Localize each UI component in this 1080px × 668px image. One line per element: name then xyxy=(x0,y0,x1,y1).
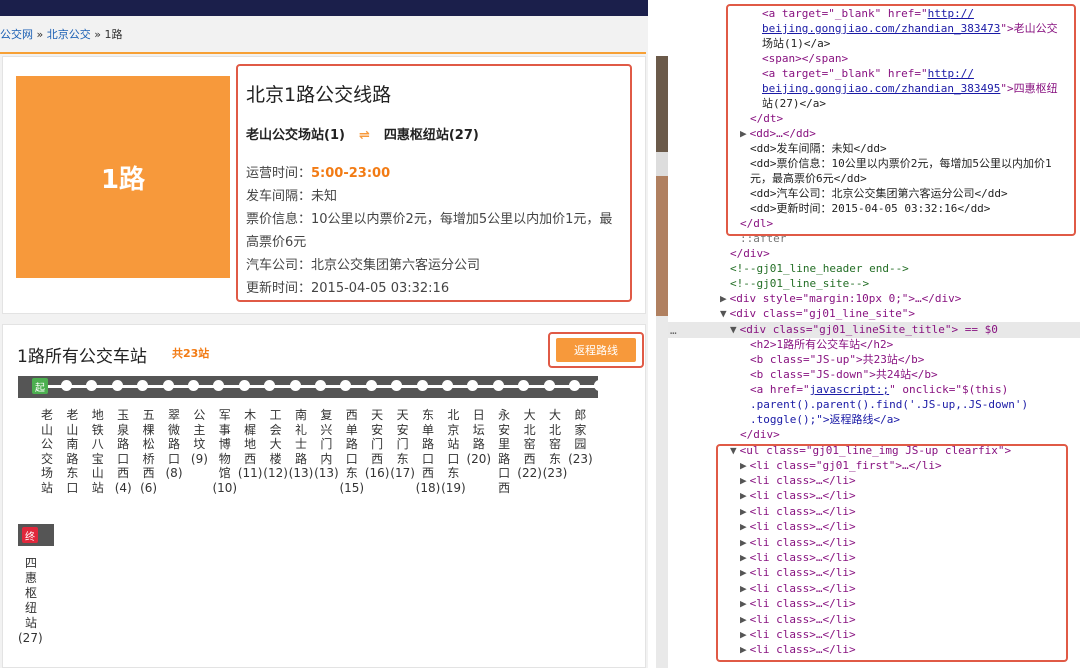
station-dot xyxy=(492,380,504,391)
breadcrumb-site-link[interactable]: 公交网 xyxy=(0,28,33,41)
info-label: 更新时间： xyxy=(246,281,312,296)
station-name[interactable]: 军事博物馆 (10) xyxy=(212,408,237,495)
highlight-box xyxy=(726,4,1076,236)
station-name[interactable]: 东单路口西 (18) xyxy=(416,408,441,495)
info-value: 未知 xyxy=(311,189,338,204)
info-value: 北京公交集团第六客运分公司 xyxy=(311,258,481,273)
update-time: 更新时间：2015-04-05 03:32:16 xyxy=(246,277,449,296)
bus-company: 汽车公司：北京公交集团第六客运分公司 xyxy=(246,254,480,273)
station-name[interactable]: 翠微路口 (8) xyxy=(166,408,183,481)
station-name[interactable]: 工会大楼 (12) xyxy=(263,408,288,481)
station-dot xyxy=(111,380,123,391)
station-dot xyxy=(365,380,377,391)
info-value: 2015-04-05 03:32:16 xyxy=(311,281,450,296)
gutter xyxy=(648,0,656,668)
route-from: 老山公交场站(1) xyxy=(246,128,345,143)
code-line[interactable]: </div> xyxy=(740,427,780,442)
departure-interval: 发车间隔：未知 xyxy=(246,185,337,204)
station-name[interactable]: 木樨地西 (11) xyxy=(238,408,263,481)
breadcrumb-city-link[interactable]: 北京公交 xyxy=(47,28,91,41)
info-value: 10公里以内票价2元，每增加5公里以内加价1元，最 xyxy=(311,212,613,227)
code-line[interactable]: <b class="JS-up">共23站</b> xyxy=(750,352,924,367)
station-name[interactable]: 天安门西 (16) xyxy=(365,408,390,481)
station-name[interactable]: 北京站口东 (19) xyxy=(441,408,466,495)
station-dot xyxy=(569,380,580,391)
code-line[interactable]: .parent().parent().find('.JS-up,.JS-down… xyxy=(750,397,1028,412)
sidebar-thumbnails xyxy=(656,56,668,668)
fare-info: 票价信息：10公里以内票价2元，每增加5公里以内加价1元，最 xyxy=(246,208,612,227)
breadcrumb-separator: » xyxy=(36,28,44,41)
station-dot xyxy=(238,380,250,391)
stations-title: 1路所有公交车站 xyxy=(17,347,147,367)
breadcrumb: 公交网 » 北京公交 » 1路 xyxy=(0,26,122,44)
station-name[interactable]: 大北窑西 (22) xyxy=(517,408,542,481)
breadcrumb-current: 1路 xyxy=(104,28,123,41)
station-name[interactable]: 复兴门内 (13) xyxy=(314,408,339,481)
code-line[interactable]: ▼ <div class="gj01_line_site"> xyxy=(720,306,915,321)
station-dot xyxy=(315,380,326,391)
code-line[interactable]: <!--gj01_line_header end--> xyxy=(730,261,909,276)
station-dot xyxy=(289,380,301,391)
station-dot xyxy=(162,380,174,391)
code-line-selected[interactable]: ▼ <div class="gj01_lineSite_title"> == $0 xyxy=(730,322,998,337)
station-name[interactable]: 日坛路 (20) xyxy=(466,408,491,466)
page-title: 北京1路公交线路 xyxy=(246,84,392,106)
route-to: 四惠枢纽站(27) xyxy=(383,128,479,143)
station-name[interactable]: 永安里路口西 xyxy=(497,408,511,495)
station-dot xyxy=(543,380,555,391)
end-station[interactable]: 四惠枢纽站 (27) xyxy=(18,556,44,646)
devtools-elements-panel: … <a target="_blank" href="http:// beiji… xyxy=(668,0,1080,668)
station-name[interactable]: 玉泉路口西 (4) xyxy=(115,408,132,495)
webpage-panel: 公交网 » 北京公交 » 1路 1路 北京1路公交线路 老山公交场站(1) ⇌ 四惠… xyxy=(0,0,648,668)
route-endpoints: 老山公交场站(1) ⇌ 四惠枢纽站(27) xyxy=(246,124,479,143)
info-value: 高票价6元 xyxy=(246,235,307,250)
info-value: 5:00-23:00 xyxy=(311,166,391,181)
station-name[interactable]: 五棵松桥西 (6) xyxy=(140,408,157,495)
fare-info-continued: 高票价6元 xyxy=(246,231,306,250)
code-line[interactable]: ▶ <div style="margin:10px 0;">…</div> xyxy=(720,291,961,306)
station-name[interactable]: 南礼士路 (13) xyxy=(289,408,314,481)
station-name[interactable]: 天安门东 (17) xyxy=(390,408,415,481)
more-icon[interactable]: … xyxy=(670,324,677,337)
code-line[interactable]: .toggle();">返程路线</a> xyxy=(750,412,900,427)
code-line[interactable]: </div> xyxy=(730,246,770,261)
station-dot xyxy=(416,380,428,391)
operating-time: 运营时间：5:00-23:00 xyxy=(246,162,390,181)
return-route-button[interactable]: 返程路线 xyxy=(556,338,636,362)
breadcrumb-separator: » xyxy=(94,28,101,41)
swap-arrows-icon: ⇌ xyxy=(358,128,370,143)
thumbnail xyxy=(656,56,668,152)
expand-triangle-icon: ▶ xyxy=(720,292,727,305)
end-badge: 终 xyxy=(22,527,38,543)
divider xyxy=(0,52,646,54)
code-line[interactable]: <!--gj01_line_site--> xyxy=(730,276,869,291)
stations-count: 共23站 xyxy=(172,347,210,360)
line-logo: 1路 xyxy=(16,76,230,278)
site-header-banner xyxy=(0,0,648,16)
station-name[interactable]: 老山南路东口 xyxy=(65,408,79,495)
station-name[interactable]: 老山公交场站 xyxy=(40,408,54,495)
info-label: 票价信息： xyxy=(246,212,312,227)
station-name[interactable]: 大北窑东 (23) xyxy=(543,408,568,481)
collapse-triangle-icon: ▼ xyxy=(720,307,727,320)
code-line[interactable]: <h2>1路所有公交车站</h2> xyxy=(750,337,893,352)
thumbnail xyxy=(656,176,668,316)
station-dot xyxy=(61,380,72,391)
station-name[interactable]: 公主坟 (9) xyxy=(191,408,208,466)
info-label: 运营时间： xyxy=(246,166,312,181)
station-dot xyxy=(188,380,199,391)
collapse-triangle-icon: ▼ xyxy=(730,323,737,336)
info-label: 发车间隔： xyxy=(246,189,312,204)
highlight-box xyxy=(716,444,1068,662)
code-line[interactable]: <a href="javascript:;" onclick="$(this) xyxy=(750,382,1008,397)
station-name[interactable]: 郎家园 (23) xyxy=(568,408,593,466)
thumbnail xyxy=(656,316,668,668)
station-dot xyxy=(442,380,453,391)
info-label: 汽车公司： xyxy=(246,258,312,273)
station-name[interactable]: 西单路口东 (15) xyxy=(339,408,364,495)
station-name[interactable]: 地铁八宝山站 xyxy=(91,408,105,495)
start-badge: 起 xyxy=(32,378,48,394)
code-line[interactable]: <b class="JS-down">共24站</b> xyxy=(750,367,938,382)
